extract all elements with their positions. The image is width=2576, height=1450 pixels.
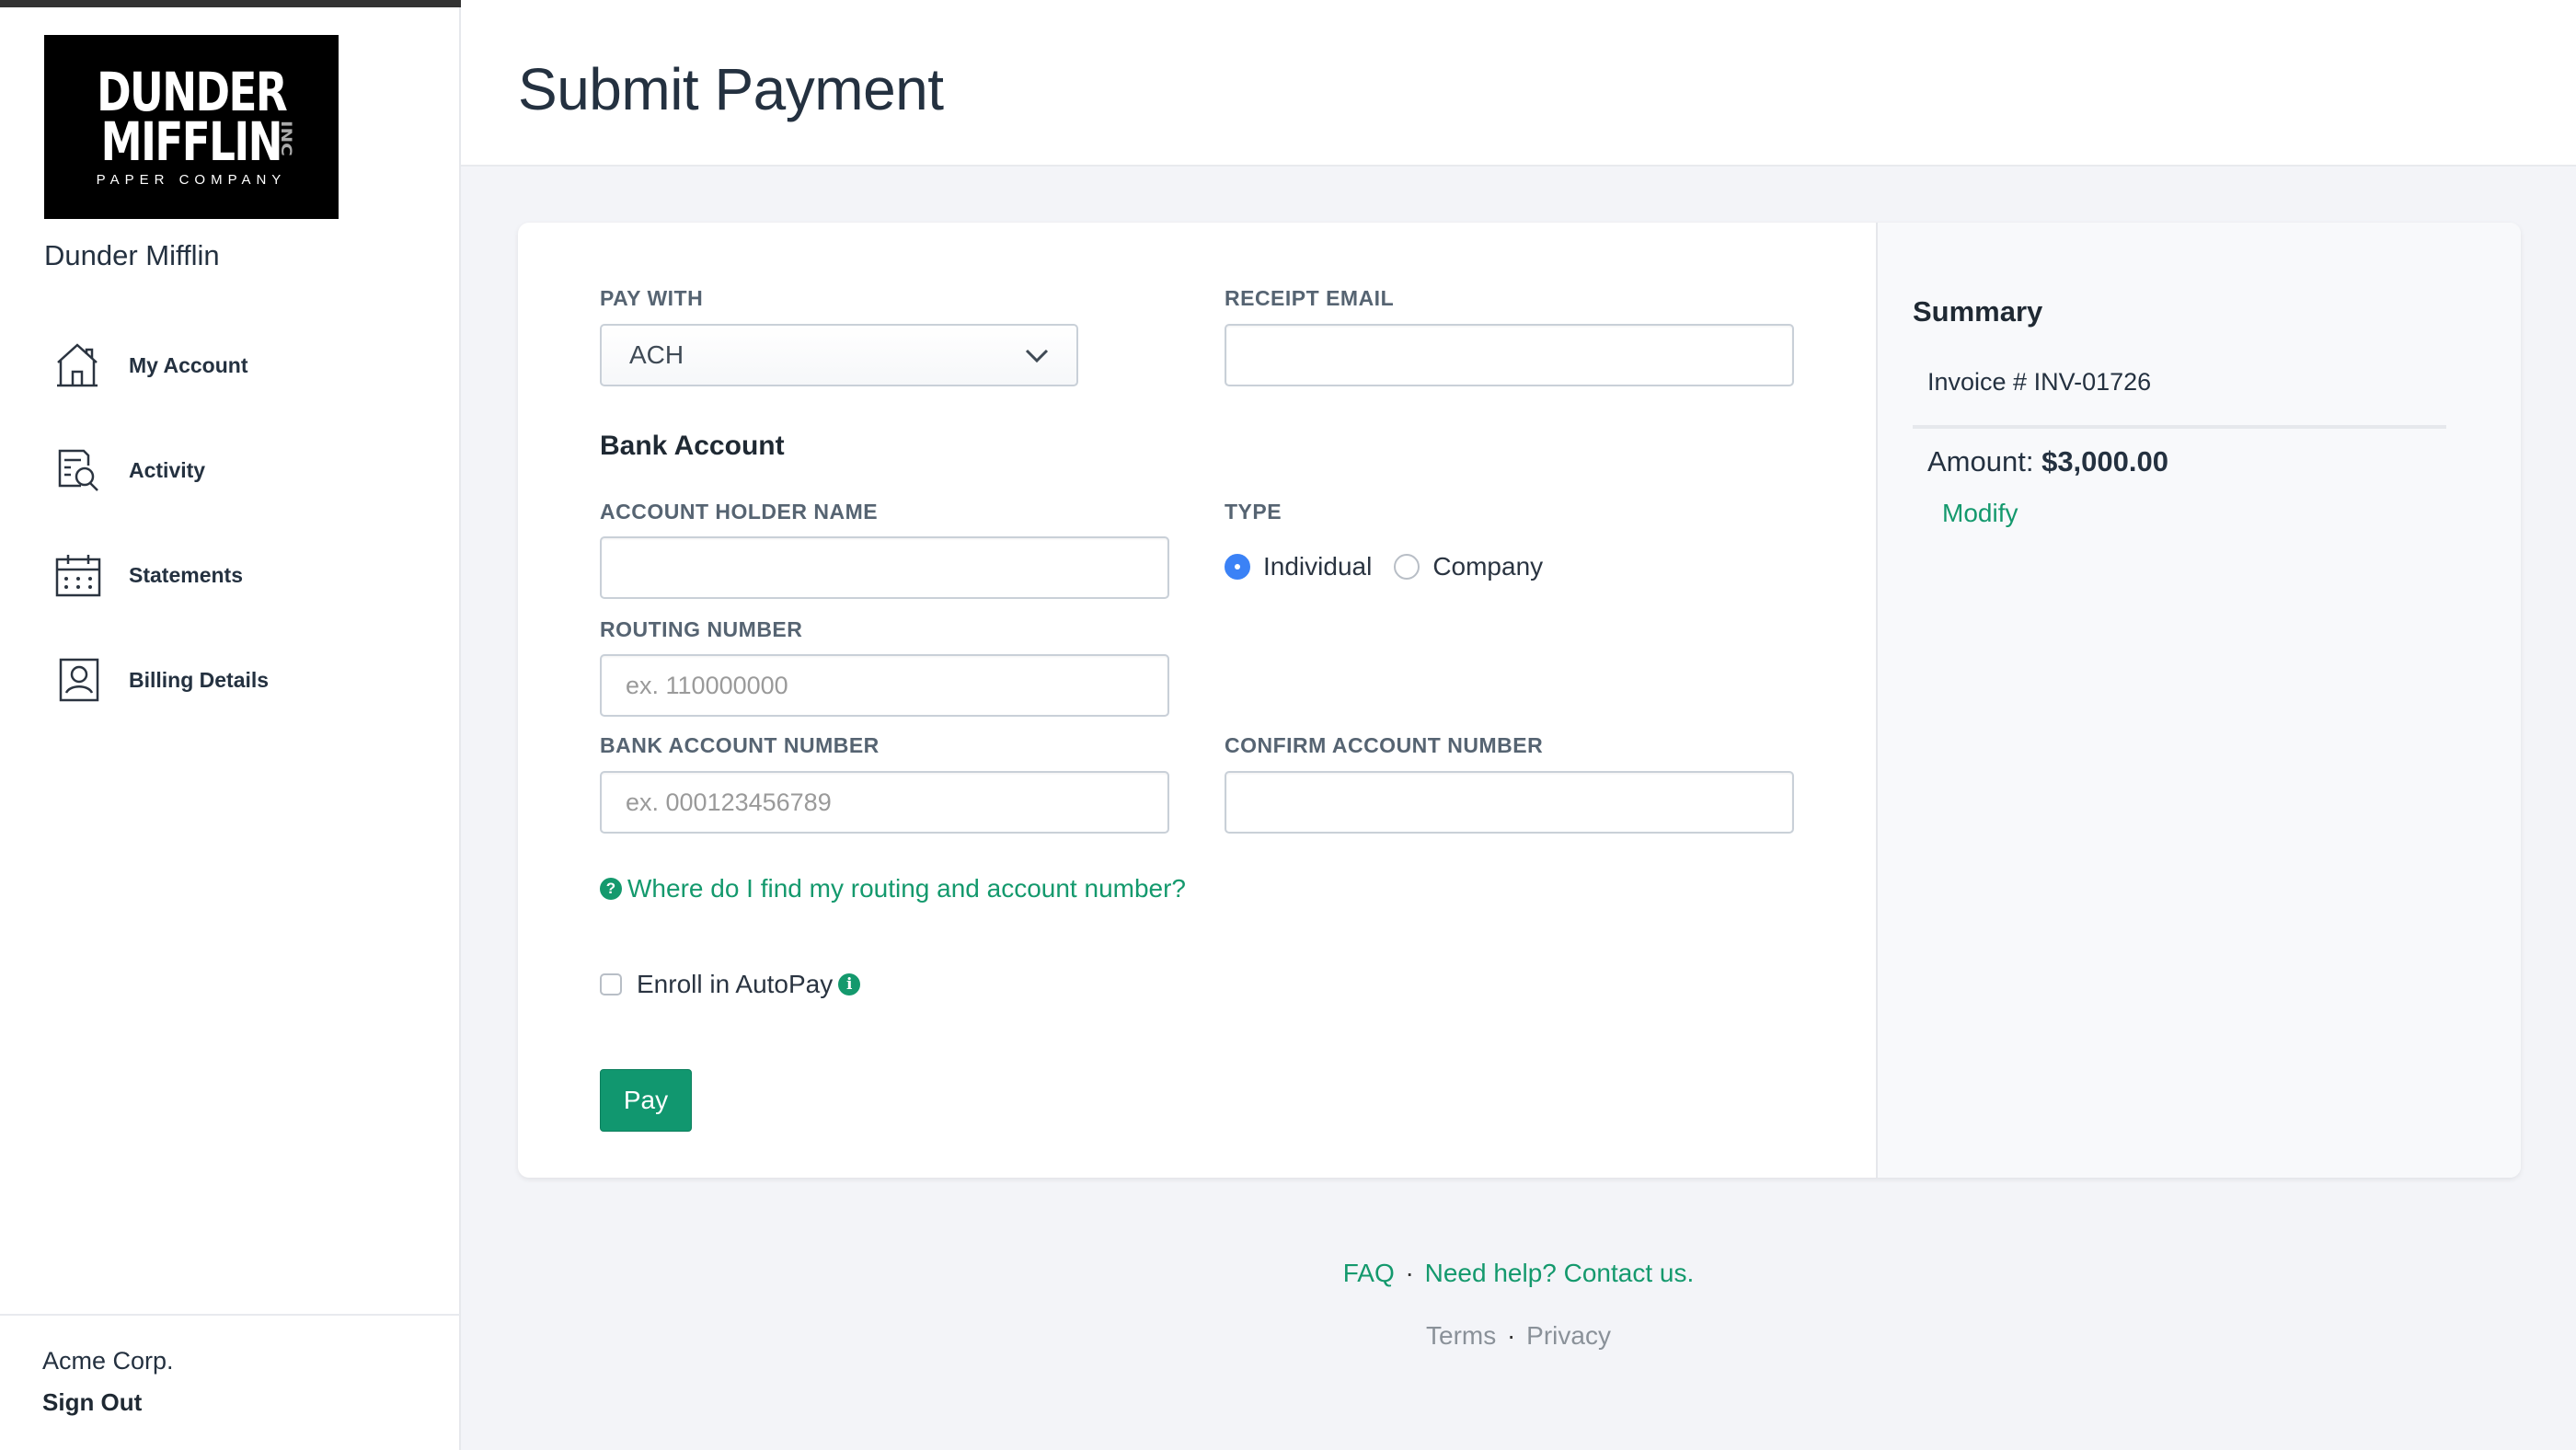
account-type-radio-group: Individual Company bbox=[1225, 552, 1565, 581]
autopay-row: Enroll in AutoPay i bbox=[600, 970, 866, 999]
sign-out-link[interactable]: Sign Out bbox=[42, 1388, 418, 1417]
modify-amount-link[interactable]: Modify bbox=[1942, 499, 2018, 528]
payment-card: PAY WITH ACH RECEIPT EMAIL Bank Account … bbox=[518, 223, 2521, 1178]
autopay-checkbox[interactable] bbox=[600, 973, 622, 995]
sidebar-item-label: Activity bbox=[129, 457, 206, 482]
amount-row: Amount: $3,000.00 bbox=[1927, 445, 2168, 478]
radio-individual[interactable]: Individual bbox=[1225, 552, 1372, 581]
logo-line-2: MIFFLIN INC bbox=[101, 115, 295, 168]
radio-company[interactable]: Company bbox=[1394, 552, 1543, 581]
sidebar-item-activity[interactable]: Activity bbox=[0, 418, 460, 523]
summary-divider bbox=[1913, 425, 2446, 429]
company-logo: DUNDER MIFFLIN INC PAPER COMPANY bbox=[44, 35, 339, 219]
sidebar-item-label: My Account bbox=[129, 352, 248, 377]
user-badge-icon bbox=[55, 657, 101, 703]
sidebar-item-statements[interactable]: Statements bbox=[0, 523, 460, 627]
bank-account-number-label: BANK ACCOUNT NUMBER bbox=[600, 733, 880, 757]
summary-title: Summary bbox=[1913, 295, 2043, 328]
routing-help-link[interactable]: ? Where do I find my routing and account… bbox=[600, 874, 1186, 903]
pay-with-label: PAY WITH bbox=[600, 286, 704, 310]
bank-account-heading: Bank Account bbox=[600, 431, 785, 461]
confirm-account-number-label: CONFIRM ACCOUNT NUMBER bbox=[1225, 733, 1544, 757]
payment-summary: Summary Invoice # INV-01726 Amount: $3,0… bbox=[1878, 223, 2521, 1178]
sidebar-footer: Acme Corp. Sign Out bbox=[0, 1314, 460, 1448]
account-holder-input[interactable] bbox=[600, 536, 1169, 599]
top-accent-bar bbox=[0, 0, 461, 7]
sidebar: DUNDER MIFFLIN INC PAPER COMPANY Dunder M… bbox=[0, 0, 461, 1450]
document-search-icon bbox=[55, 447, 101, 493]
bank-account-number-input[interactable] bbox=[600, 771, 1169, 834]
radio-label: Individual bbox=[1263, 552, 1373, 581]
footer-legal-row: Terms · Privacy bbox=[461, 1321, 2576, 1351]
radio-indicator[interactable] bbox=[1394, 554, 1420, 580]
sidebar-nav: My Account Activity Statements Billing D… bbox=[0, 313, 460, 732]
footer-help-row: FAQ · Need help? Contact us. bbox=[461, 1259, 2576, 1288]
account-holder-label: ACCOUNT HOLDER NAME bbox=[600, 500, 879, 524]
page-header: Submit Payment bbox=[461, 0, 2576, 167]
confirm-account-number-input[interactable] bbox=[1225, 771, 1794, 834]
logo-line-1: DUNDER bbox=[96, 60, 288, 123]
logo-line-2-text: MIFFLIN bbox=[100, 109, 283, 173]
receipt-email-label: RECEIPT EMAIL bbox=[1225, 286, 1395, 310]
footer-separator: · bbox=[1507, 1321, 1516, 1350]
page-title: Submit Payment bbox=[518, 56, 944, 122]
radio-label: Company bbox=[1432, 552, 1544, 581]
pay-button[interactable]: Pay bbox=[600, 1069, 692, 1132]
radio-selected-indicator[interactable] bbox=[1225, 554, 1250, 580]
faq-link[interactable]: FAQ bbox=[1343, 1259, 1395, 1287]
pay-with-select[interactable]: ACH bbox=[600, 324, 1078, 386]
logo-line-3: PAPER COMPANY bbox=[96, 171, 287, 188]
calendar-icon bbox=[55, 552, 101, 598]
sidebar-item-label: Statements bbox=[129, 562, 243, 587]
type-label: TYPE bbox=[1225, 500, 1282, 524]
receipt-email-input[interactable] bbox=[1225, 324, 1794, 386]
contact-us-link[interactable]: Need help? Contact us. bbox=[1425, 1259, 1695, 1287]
invoice-number: Invoice # INV-01726 bbox=[1927, 368, 2152, 396]
company-name: Dunder Mifflin bbox=[44, 239, 220, 271]
page-footer: FAQ · Need help? Contact us. Terms · Pri… bbox=[461, 1259, 2576, 1351]
question-circle-icon: ? bbox=[600, 878, 622, 900]
routing-help-text: Where do I find my routing and account n… bbox=[627, 874, 1187, 903]
sidebar-item-my-account[interactable]: My Account bbox=[0, 313, 460, 418]
routing-number-label: ROUTING NUMBER bbox=[600, 617, 803, 641]
autopay-label: Enroll in AutoPay bbox=[637, 970, 834, 998]
footer-separator: · bbox=[1405, 1259, 1414, 1287]
logo-inc: INC bbox=[278, 120, 295, 156]
amount-label: Amount: bbox=[1927, 445, 2034, 478]
payment-form: PAY WITH ACH RECEIPT EMAIL Bank Account … bbox=[518, 223, 1878, 1178]
sidebar-item-label: Billing Details bbox=[129, 667, 270, 692]
privacy-link[interactable]: Privacy bbox=[1526, 1321, 1611, 1350]
sidebar-item-billing-details[interactable]: Billing Details bbox=[0, 627, 460, 732]
amount-value: $3,000.00 bbox=[2041, 445, 2168, 478]
info-circle-icon[interactable]: i bbox=[838, 973, 861, 995]
terms-link[interactable]: Terms bbox=[1426, 1321, 1496, 1350]
organization-name: Acme Corp. bbox=[42, 1347, 174, 1375]
routing-number-input[interactable] bbox=[600, 654, 1169, 717]
chevron-down-icon bbox=[1025, 340, 1049, 370]
home-icon bbox=[55, 342, 101, 388]
pay-with-value: ACH bbox=[629, 340, 684, 369]
